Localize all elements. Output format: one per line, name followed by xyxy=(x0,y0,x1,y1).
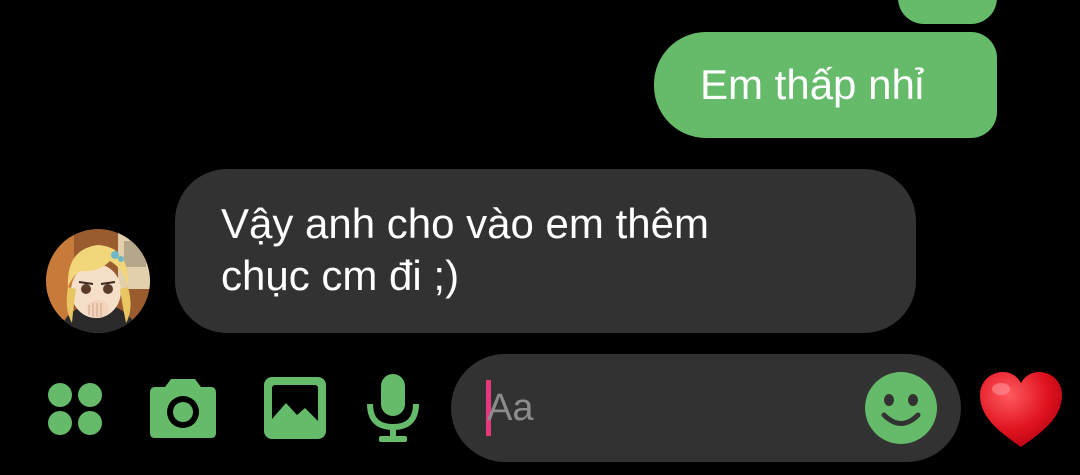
message-input[interactable] xyxy=(487,378,847,438)
outgoing-message-bubble[interactable]: Em thấp nhỉ xyxy=(654,32,997,138)
incoming-message-line-2: chục cm đi ;) xyxy=(221,252,460,299)
camera-icon[interactable] xyxy=(149,377,217,439)
microphone-icon[interactable] xyxy=(366,374,420,442)
outgoing-message-text: Em thấp nhỉ xyxy=(700,61,925,108)
image-icon[interactable] xyxy=(264,377,326,439)
previous-outgoing-message-bubble[interactable] xyxy=(898,0,997,24)
smiley-icon[interactable] xyxy=(865,372,937,444)
incoming-message-line-1: Vậy anh cho vào em thêm xyxy=(221,200,709,247)
message-composer[interactable] xyxy=(451,354,961,462)
anime-girl-avatar-image xyxy=(46,229,150,333)
contact-avatar[interactable] xyxy=(46,229,150,333)
four-dots-icon[interactable] xyxy=(46,380,104,438)
incoming-message-bubble[interactable]: Vậy anh cho vào em thêm chục cm đi ;) xyxy=(175,169,916,333)
heart-icon[interactable] xyxy=(978,371,1064,449)
